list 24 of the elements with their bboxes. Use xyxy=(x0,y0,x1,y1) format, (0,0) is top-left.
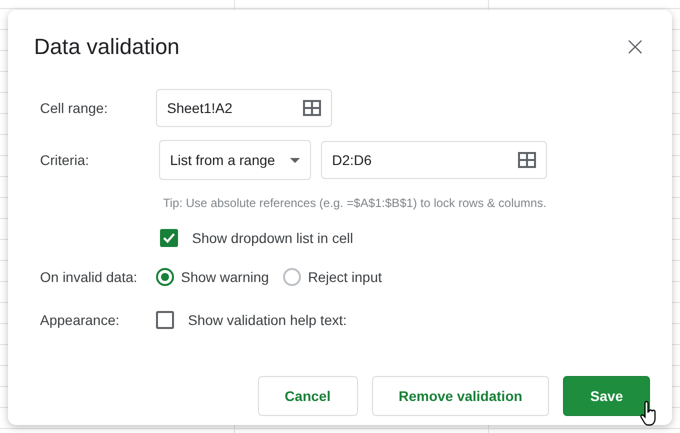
checkbox-label: Show dropdown list in cell xyxy=(192,230,354,246)
caret-icon xyxy=(290,158,300,162)
dialog-title: Data validation xyxy=(34,34,180,60)
criteria-dropdown[interactable]: List from a range xyxy=(159,140,311,180)
checkbox[interactable] xyxy=(160,229,178,247)
grid-icon xyxy=(518,152,536,168)
grid-icon xyxy=(303,100,321,116)
tip-text: Tip: Use absolute references (e.g. =$A$1:$B$1) to lock rows & columns. xyxy=(163,196,546,210)
field-label: Cell range: xyxy=(39,100,109,116)
checkbox[interactable] xyxy=(156,311,174,329)
field-label: Appearance: xyxy=(39,312,120,328)
save-button[interactable]: Save xyxy=(563,376,650,416)
checkbox-label: Show validation help text: xyxy=(188,312,347,328)
field-label: Criteria: xyxy=(39,152,90,168)
radio-label: Show warning xyxy=(181,269,269,285)
close-button[interactable]: × xyxy=(620,34,650,60)
radio-button[interactable] xyxy=(156,268,174,286)
cell-range-field[interactable]: Sheet1!A2 xyxy=(156,89,332,127)
dialog-button[interactable]: Remove validation xyxy=(372,376,550,416)
radio-label: Reject input xyxy=(308,269,382,285)
range-field[interactable]: D2:D6 xyxy=(321,141,547,179)
field-label: On invalid data: xyxy=(39,269,138,285)
dialog-button[interactable]: Cancel xyxy=(258,376,358,416)
radio-button[interactable] xyxy=(282,268,301,286)
